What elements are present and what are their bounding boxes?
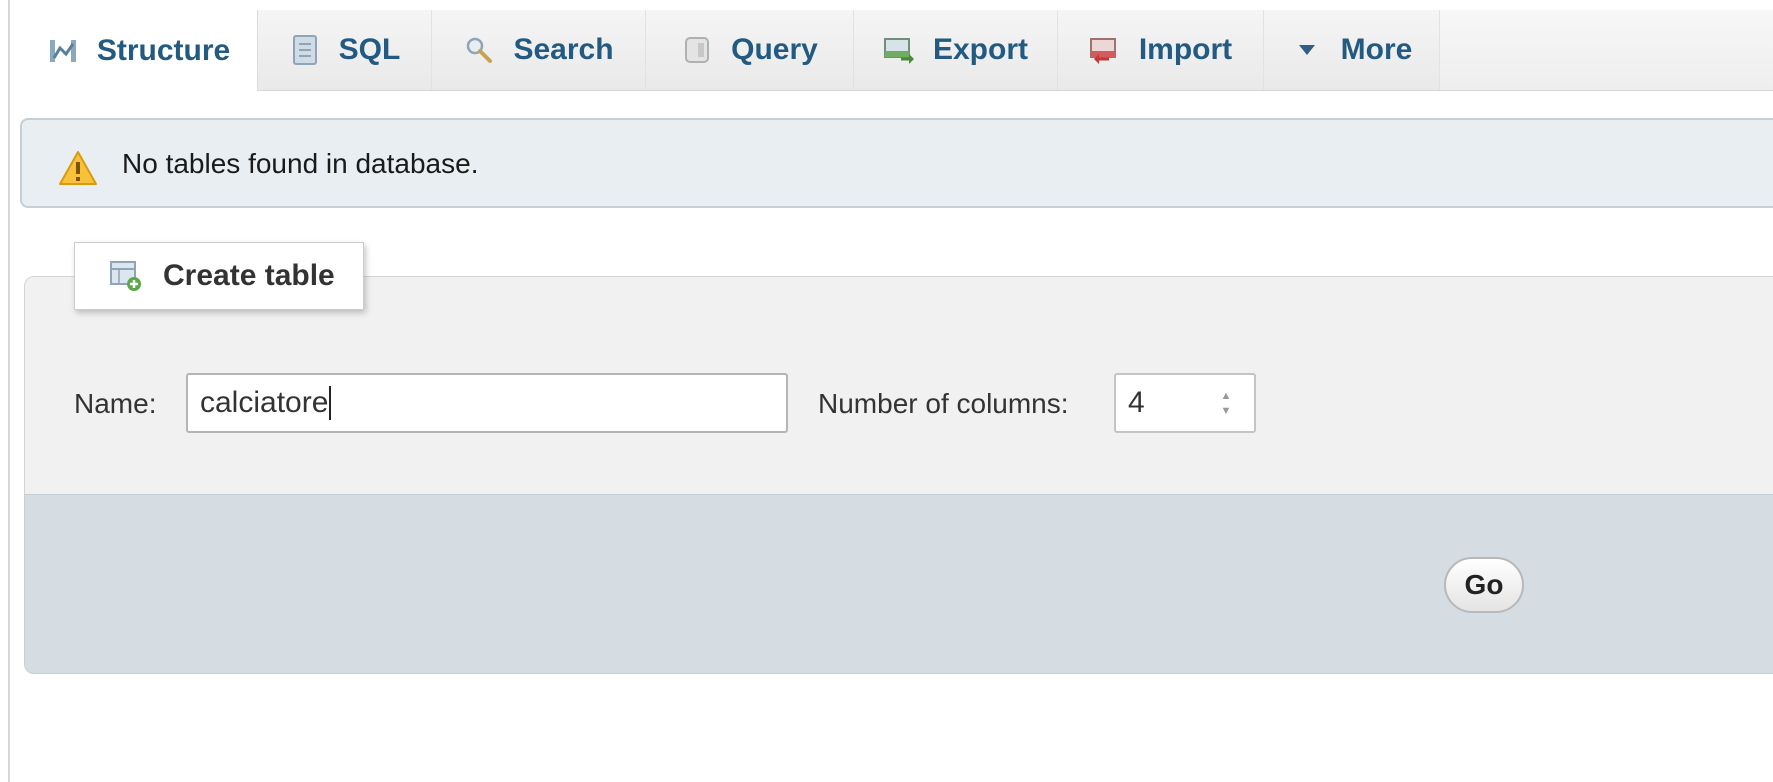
columns-value: 4 bbox=[1128, 386, 1145, 419]
tab-label: Import bbox=[1138, 33, 1233, 66]
table-name-value: calciatore bbox=[200, 386, 329, 419]
text-caret bbox=[329, 386, 332, 420]
query-icon bbox=[681, 34, 713, 66]
notice-message: No tables found in database. bbox=[122, 148, 479, 179]
table-name-input[interactable]: calciatore bbox=[186, 373, 788, 433]
tab-label: More bbox=[1340, 33, 1413, 66]
stepper-arrows-icon[interactable]: ▲ ▼ bbox=[1220, 391, 1232, 417]
columns-number-input[interactable]: 4 ▲ ▼ bbox=[1114, 373, 1256, 433]
name-label: Name: bbox=[74, 388, 157, 419]
tab-bar: Structure SQL Search Query Export Import… bbox=[20, 10, 1773, 91]
tab-export[interactable]: Export bbox=[854, 10, 1058, 90]
tab-sql[interactable]: SQL bbox=[258, 10, 432, 90]
tab-label: Query bbox=[731, 33, 818, 66]
export-icon bbox=[883, 34, 915, 66]
tab-search[interactable]: Search bbox=[432, 10, 646, 90]
tab-import[interactable]: Import bbox=[1058, 10, 1264, 90]
tab-label: Search bbox=[513, 33, 614, 66]
tab-query[interactable]: Query bbox=[646, 10, 854, 90]
legend-label: Create table bbox=[163, 259, 335, 292]
tab-label: Export bbox=[932, 33, 1028, 66]
phpmyadmin-database-page: Structure SQL Search Query Export Import… bbox=[0, 0, 1773, 782]
sql-icon bbox=[289, 34, 321, 66]
search-icon bbox=[463, 34, 495, 66]
caret-down-icon bbox=[1291, 34, 1323, 66]
structure-icon bbox=[47, 35, 79, 67]
go-button[interactable]: Go bbox=[1444, 557, 1524, 613]
tab-label: Structure bbox=[96, 33, 231, 67]
import-icon bbox=[1089, 34, 1121, 66]
notice-box: No tables found in database. bbox=[20, 118, 1773, 208]
create-table-icon bbox=[109, 259, 143, 293]
tab-label: SQL bbox=[338, 33, 401, 66]
create-table-legend: Create table bbox=[74, 242, 364, 310]
warning-icon bbox=[58, 150, 98, 186]
columns-label: Number of columns: bbox=[818, 388, 1069, 419]
tab-more[interactable]: More bbox=[1264, 10, 1440, 90]
tab-structure[interactable]: Structure bbox=[20, 10, 258, 91]
